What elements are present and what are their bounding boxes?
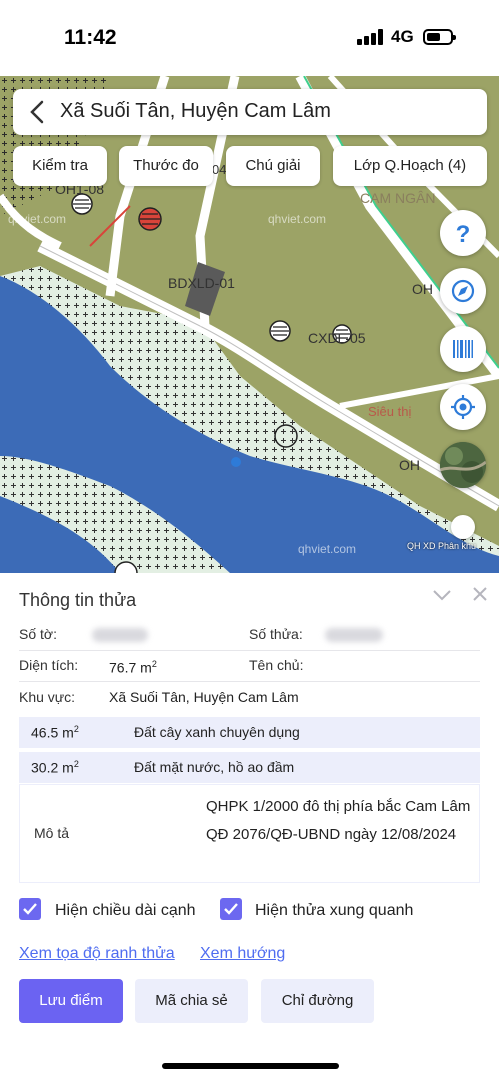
divider (19, 650, 480, 651)
land-use-type: Đất cây xanh chuyên dụng (134, 724, 300, 740)
map-label-sieu-thi: Siêu thị (368, 404, 411, 419)
chevron-down-icon[interactable] (432, 588, 452, 602)
owner-label: Tên chủ: (249, 657, 304, 673)
description-label: Mô tả (34, 825, 70, 841)
signal-icon (357, 29, 383, 45)
area-label: Diện tích: (19, 657, 79, 673)
area-value: 76.7 m2 (109, 659, 157, 676)
sheet-label: Số tờ: (19, 626, 57, 642)
map-label-bdxld-01: BDXLD-01 (168, 275, 235, 291)
barcode-icon (453, 340, 473, 358)
map-label-oh-2: OH (399, 457, 420, 473)
location-title: Xã Suối Tân, Huyện Cam Lâm (60, 100, 331, 122)
map-watermark-3: qhviet.com (8, 212, 67, 226)
satellite-toggle[interactable] (440, 442, 486, 488)
parcel-value-redacted (325, 628, 383, 642)
save-point-button[interactable]: Lưu điểm (19, 979, 123, 1023)
land-use-area: 46.5 m2 (31, 724, 79, 741)
land-use-row: 30.2 m2 Đất mặt nước, hồ ao đầm (19, 752, 480, 783)
layer-button[interactable]: Lớp Q.Hoạch (4) (333, 146, 487, 186)
home-indicator[interactable] (162, 1063, 339, 1069)
locate-button[interactable] (440, 384, 486, 430)
map-label-cam-ngan: CAM NGÂN (360, 190, 435, 206)
region-value: Xã Suối Tân, Huyện Cam Lâm (109, 689, 299, 705)
compass-button[interactable] (440, 268, 486, 314)
chevron-left-icon[interactable] (27, 99, 47, 125)
location-bar[interactable]: Xã Suối Tân, Huyện Cam Lâm (13, 89, 487, 135)
locate-icon (451, 395, 475, 419)
view-direction-link[interactable]: Xem hướng (200, 945, 285, 963)
ruler-button[interactable]: Thước đo (119, 146, 213, 186)
map-watermark-2: qhviet.com (298, 542, 357, 556)
land-use-area: 30.2 m2 (31, 759, 79, 776)
land-use-type: Đất mặt nước, hồ ao đầm (134, 759, 295, 775)
legend-button[interactable]: Chú giải (226, 146, 320, 186)
parcel-label: Số thửa: (249, 626, 303, 642)
status-time: 11:42 (64, 26, 117, 49)
battery-icon (423, 29, 456, 45)
network-type: 4G (391, 27, 414, 46)
description-box: Mô tả QHPK 1/2000 đô thị phía bắc Cam Lâ… (19, 784, 480, 883)
map-credit: QH XD Phân khu (407, 541, 477, 551)
sheet-value-redacted (92, 628, 148, 642)
barcode-button[interactable] (440, 326, 486, 372)
show-neighbors-label[interactable]: Hiện thửa xung quanh (255, 902, 413, 920)
share-code-button[interactable]: Mã chia sẻ (135, 979, 248, 1023)
close-icon[interactable] (471, 585, 489, 603)
view-coordinates-link[interactable]: Xem tọa độ ranh thửa (19, 945, 175, 963)
help-icon: ? (456, 221, 471, 248)
panel-title: Thông tin thửa (19, 590, 137, 610)
show-edges-checkbox[interactable] (19, 898, 41, 920)
description-value: QHPK 1/2000 đô thị phía bắc Cam Lâm QĐ 2… (206, 798, 471, 843)
svg-text:?: ? (456, 221, 471, 248)
compass-icon (451, 279, 475, 303)
opacity-slider-handle[interactable] (451, 515, 475, 539)
status-bar: 11:42 4G (0, 0, 499, 76)
check-icon (23, 903, 37, 915)
directions-button[interactable]: Chỉ đường (261, 979, 374, 1023)
show-edges-label[interactable]: Hiện chiều dài cạnh (55, 902, 196, 920)
help-button[interactable]: ? (440, 210, 486, 256)
check-button[interactable]: Kiểm tra (13, 146, 107, 186)
check-icon (224, 903, 238, 915)
show-neighbors-checkbox[interactable] (220, 898, 242, 920)
map-label-04: 04 (212, 162, 226, 177)
divider (19, 681, 480, 682)
region-label: Khu vực: (19, 689, 76, 705)
satellite-icon (440, 442, 486, 488)
map-label-cxdl-05: CXDL-05 (308, 330, 366, 346)
land-use-row: 46.5 m2 Đất cây xanh chuyên dụng (19, 717, 480, 748)
map-watermark: qhviet.com (268, 212, 327, 226)
map-label-oh: OH (412, 281, 433, 297)
